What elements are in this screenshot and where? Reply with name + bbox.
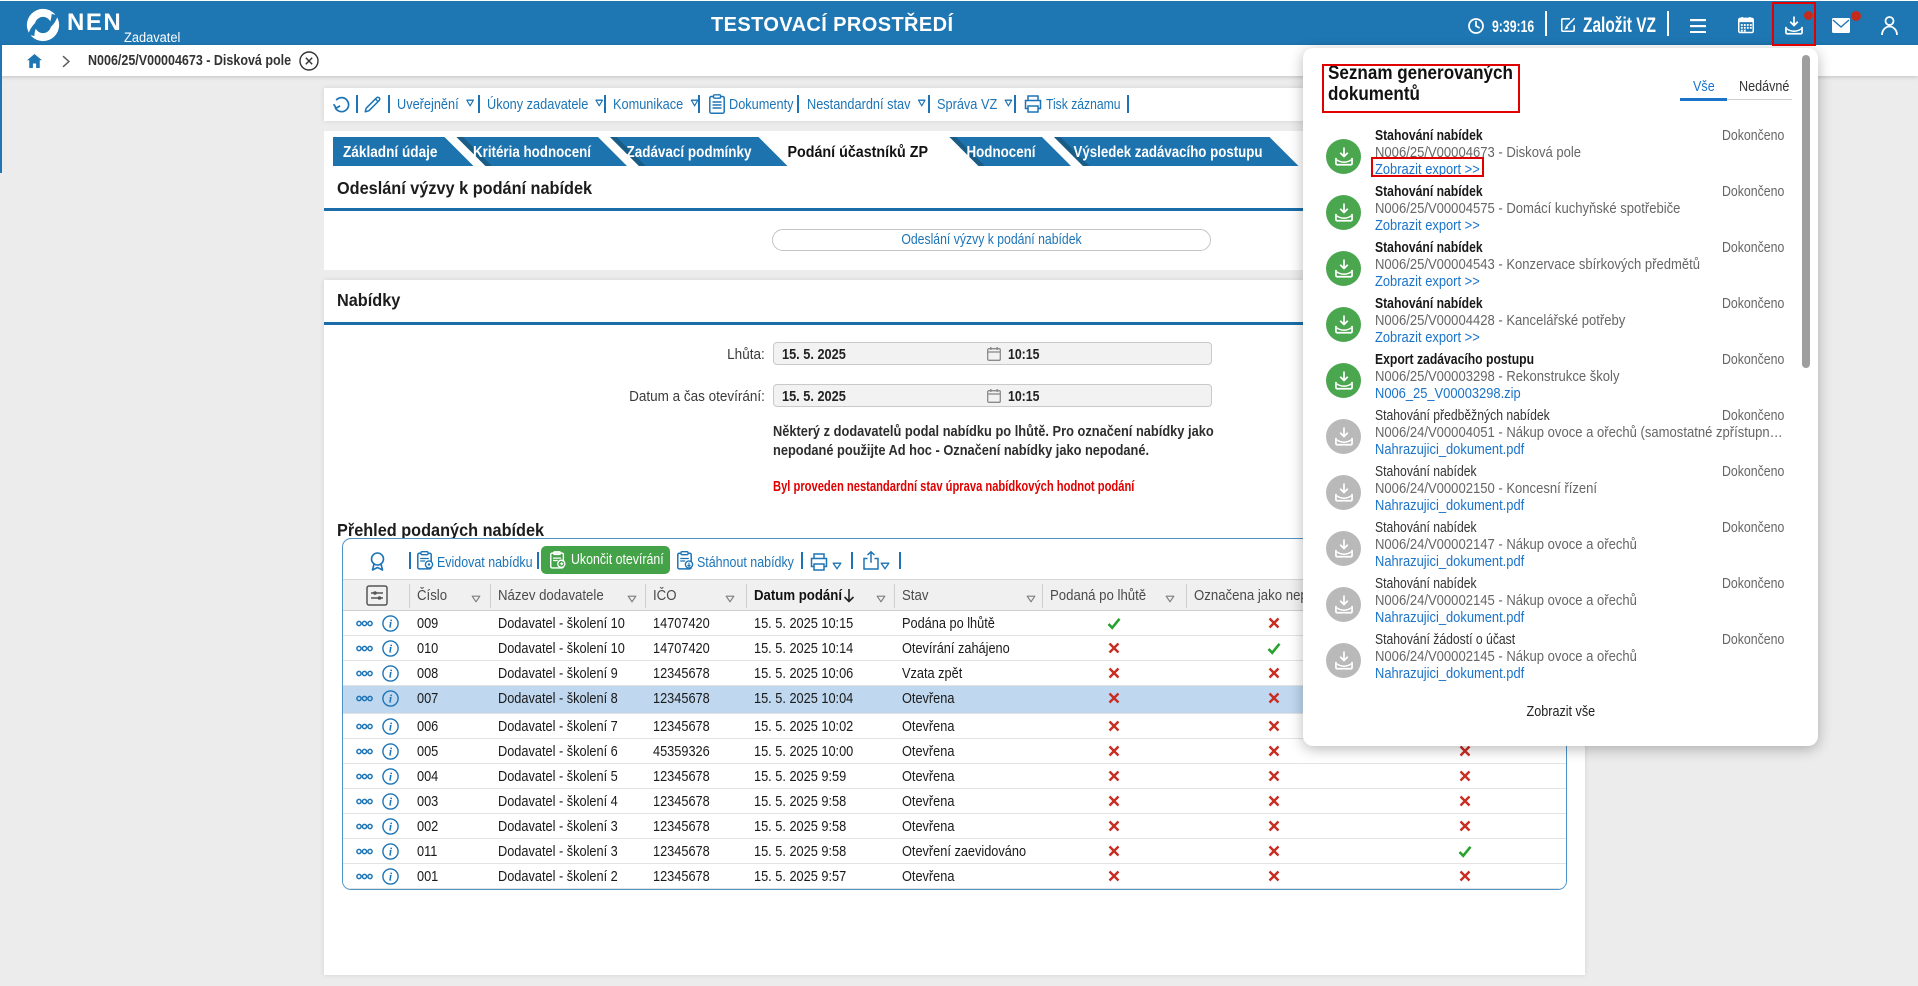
svg-text:i: i	[389, 872, 393, 884]
svg-text:i: i	[389, 797, 393, 809]
svg-text:i: i	[389, 619, 393, 631]
svg-text:i: i	[389, 644, 393, 656]
svg-text:i: i	[389, 772, 393, 784]
svg-text:Výsledek zadávacího postupu: Výsledek zadávacího postupu	[1074, 144, 1263, 161]
svg-text:i: i	[389, 847, 393, 859]
svg-text:Podání účastníků ZP: Podání účastníků ZP	[788, 144, 929, 161]
svg-text:Hodnocení: Hodnocení	[967, 144, 1037, 161]
svg-text:Zadávací podmínky: Zadávací podmínky	[627, 144, 752, 161]
svg-text:Základní údaje: Základní údaje	[343, 144, 438, 161]
svg-text:i: i	[389, 669, 393, 681]
svg-text:i: i	[389, 822, 393, 834]
svg-text:i: i	[389, 747, 393, 759]
svg-text:i: i	[389, 722, 393, 734]
svg-text:Kritéria hodnocení: Kritéria hodnocení	[473, 144, 592, 161]
svg-text:i: i	[389, 694, 393, 706]
